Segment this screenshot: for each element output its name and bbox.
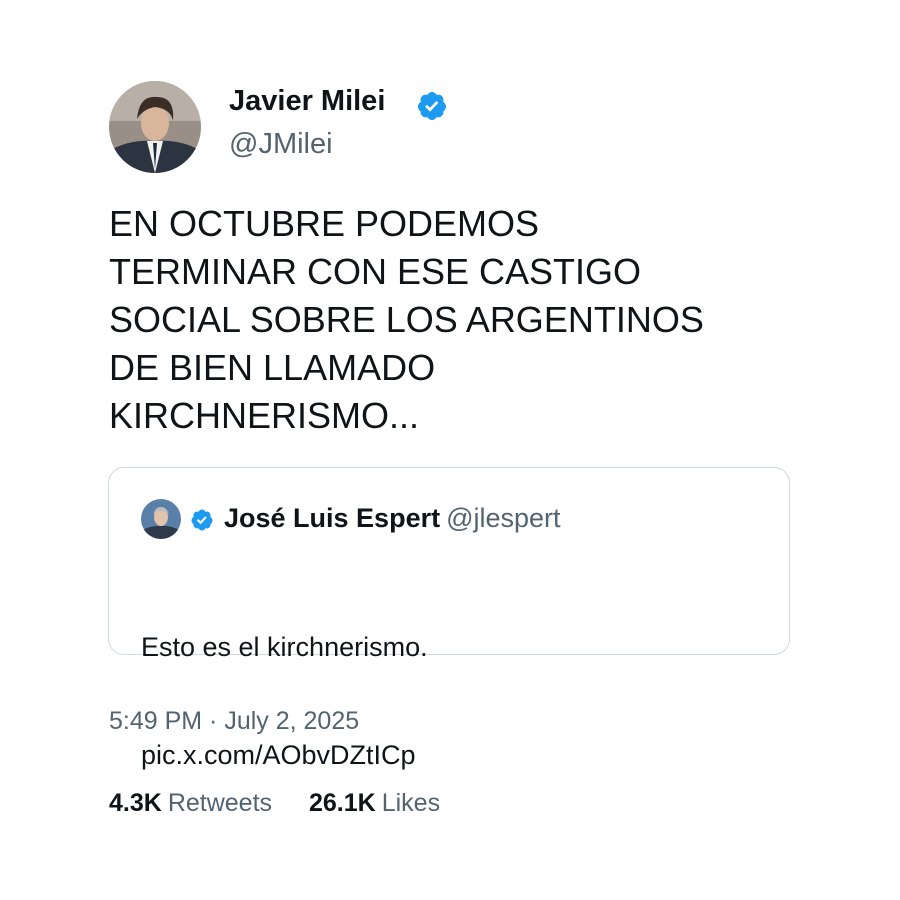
retweets-label: Retweets bbox=[167, 789, 273, 817]
tweet-text: EN OCTUBRE PODEMOS TERMINAR CON ESE CAST… bbox=[109, 203, 704, 436]
retweets-stat[interactable]: 4.3K Retweets bbox=[109, 789, 272, 818]
author-name[interactable]: Javier Milei bbox=[229, 85, 385, 118]
author-handle[interactable]: @JMilei bbox=[229, 128, 333, 161]
quoted-author-name[interactable]: José Luis Espert bbox=[224, 503, 440, 533]
quoted-verified-badge-icon bbox=[191, 509, 213, 531]
author-avatar[interactable] bbox=[109, 81, 201, 173]
likes-stat[interactable]: 26.1K Likes bbox=[309, 789, 440, 818]
quoted-tweet-card[interactable]: José Luis Espert @jlespert Esto es el kir… bbox=[108, 467, 790, 770]
likes-count: 26.1K bbox=[308, 789, 376, 817]
verified-badge-icon bbox=[417, 92, 446, 120]
tweet-timestamp[interactable]: 5:49 PM · July 2, 2025 bbox=[109, 707, 359, 736]
likes-label: Likes bbox=[381, 789, 441, 817]
quoted-author-line: José Luis Espert @jlespert bbox=[224, 503, 561, 534]
quoted-tweet-text: Esto es el kirchnerismo. bbox=[141, 632, 428, 662]
quoted-tweet-link[interactable]: pic.x.com/AObvDZtICp bbox=[141, 737, 428, 773]
quoted-author-handle[interactable]: @jlespert bbox=[446, 503, 560, 533]
tweet-stats: 4.3K Retweets 26.1K Likes bbox=[109, 789, 440, 818]
retweets-count: 4.3K bbox=[109, 789, 162, 817]
tweet: Javier Milei @JMilei EN OCTUBRE PODEMOS … bbox=[0, 0, 900, 900]
quoted-author-avatar[interactable] bbox=[141, 499, 181, 539]
